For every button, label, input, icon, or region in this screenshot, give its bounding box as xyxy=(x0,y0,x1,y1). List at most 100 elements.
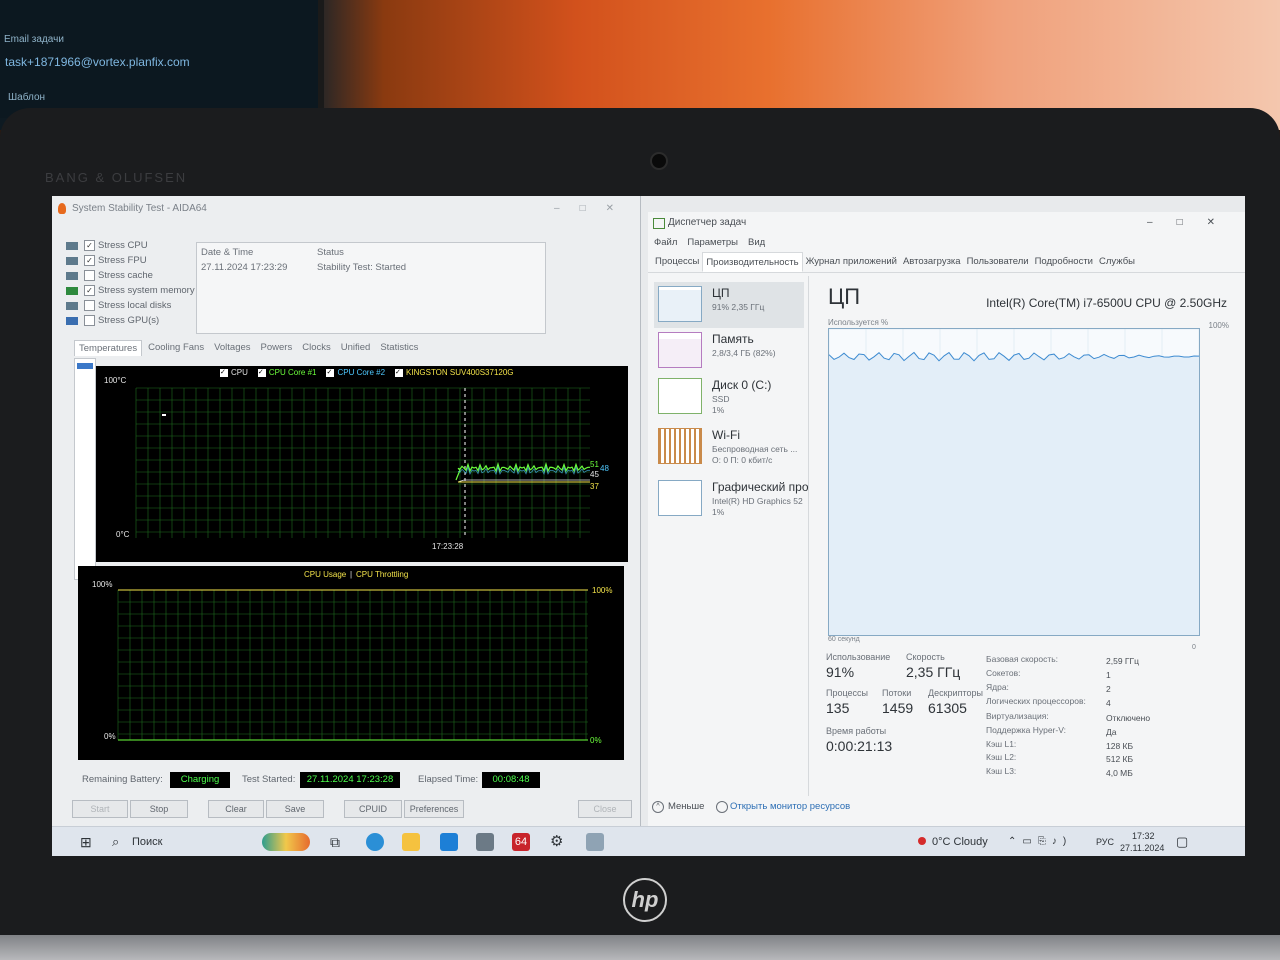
resource-name: ЦП xyxy=(712,286,730,300)
cpu-utilization-fill xyxy=(829,352,1199,635)
disk-icon xyxy=(66,301,78,310)
edge-icon[interactable] xyxy=(366,833,384,851)
spec-value: Отключено xyxy=(1106,713,1151,723)
tab-voltages[interactable]: Voltages xyxy=(210,340,254,356)
search-highlight-icon[interactable] xyxy=(262,833,310,851)
language-indicator[interactable]: РУС xyxy=(1096,827,1114,856)
search-box[interactable]: Поиск xyxy=(132,827,162,856)
tab-temperatures[interactable]: Temperatures xyxy=(74,340,143,356)
bg-monitor-label: Email задачи xyxy=(4,34,64,45)
tab-statistics[interactable]: Statistics xyxy=(376,340,422,356)
mail-icon[interactable] xyxy=(440,833,458,851)
tab-processes[interactable]: Процессы xyxy=(652,252,702,272)
fewer-details-link[interactable]: Меньше xyxy=(668,801,704,812)
weather-text[interactable]: 0°C Cloudy xyxy=(932,827,988,856)
spec-label: Ядра: xyxy=(986,682,1009,692)
menu-view[interactable]: Вид xyxy=(748,234,765,252)
checkbox-checked[interactable]: ✓ xyxy=(84,255,95,266)
speed-label: Скорость xyxy=(906,652,945,662)
menu-file[interactable]: Файл xyxy=(654,234,677,252)
resource-name: Графический про xyxy=(712,480,809,494)
resource-gpu[interactable]: Графический про Intel(R) HD Graphics 52 … xyxy=(654,476,809,522)
clock-date[interactable]: 27.11.2024 xyxy=(1120,833,1164,856)
stress-fpu-row[interactable]: ✓ Stress FPU xyxy=(66,253,196,268)
battery-value: Charging xyxy=(170,772,230,788)
resource-memory[interactable]: Память 2,8/3,4 ГБ (82%) xyxy=(654,328,804,374)
uptime-label: Время работы xyxy=(826,726,887,736)
test-info-bar: Remaining Battery: Charging Test Started… xyxy=(82,772,632,790)
checkbox-unchecked[interactable] xyxy=(84,270,95,281)
tm-tabs: Процессы Производительность Журнал прило… xyxy=(648,252,1245,273)
tm-window-controls[interactable]: –□✕ xyxy=(1147,212,1239,234)
spec-value: Да xyxy=(1106,727,1117,737)
utilization-label: Используется % xyxy=(828,318,889,327)
menu-options[interactable]: Параметры xyxy=(687,234,738,252)
graph-zero-label: 0 xyxy=(1192,644,1196,651)
checkbox-unchecked[interactable] xyxy=(84,300,95,311)
spec-label: Базовая скорость: xyxy=(986,654,1059,664)
elapsed-label: Elapsed Time: xyxy=(418,774,479,785)
stress-memory-row[interactable]: ✓ Stress system memory xyxy=(66,283,196,298)
checkbox-checked[interactable]: ✓ xyxy=(84,240,95,251)
settings-gear-icon[interactable]: ⚙ xyxy=(550,827,563,856)
col-header-date[interactable]: Date & Time xyxy=(201,247,317,258)
windows-taskbar: ⊞ ⌕ Поиск ⧉ 64 ⚙ 0°C Cloudy ⌃▭⎘♪) РУС 17… xyxy=(52,826,1245,856)
task-view-icon[interactable]: ⧉ xyxy=(330,827,340,856)
start-windows-icon[interactable]: ⊞ xyxy=(80,827,92,856)
tab-startup[interactable]: Автозагрузка xyxy=(900,252,964,272)
save-button[interactable]: Save xyxy=(266,800,324,818)
threads-label: Потоки xyxy=(882,688,912,698)
tab-unified[interactable]: Unified xyxy=(337,340,375,356)
collapse-icon[interactable]: ^ xyxy=(652,801,664,813)
usage-value: 91% xyxy=(826,664,855,680)
resource-detail: 2,8/3,4 ГБ (82%) xyxy=(712,348,776,358)
resource-cpu[interactable]: ЦП 91% 2,35 ГГц xyxy=(654,282,804,328)
clear-button[interactable]: Clear xyxy=(208,800,264,818)
sensor-tree[interactable] xyxy=(74,358,96,580)
store-icon[interactable] xyxy=(476,833,494,851)
notifications-icon[interactable]: ▢ xyxy=(1176,827,1188,856)
stop-button[interactable]: Stop xyxy=(130,800,188,818)
aida-window-controls[interactable]: –□✕ xyxy=(554,196,634,222)
task-manager-taskbar-icon[interactable] xyxy=(586,833,604,851)
tab-cooling-fans[interactable]: Cooling Fans xyxy=(144,340,208,356)
resource-monitor-link[interactable]: Открыть монитор ресурсов xyxy=(730,801,850,812)
tab-powers[interactable]: Powers xyxy=(257,340,297,356)
fpu-icon xyxy=(66,256,78,265)
tab-services[interactable]: Службы xyxy=(1096,252,1138,272)
resource-disk[interactable]: Диск 0 (C:) SSD 1% xyxy=(654,374,804,420)
preferences-button[interactable]: Preferences xyxy=(404,800,464,818)
col-header-status[interactable]: Status xyxy=(317,247,517,258)
checkbox-unchecked[interactable] xyxy=(84,315,95,326)
temperature-plot xyxy=(135,387,590,538)
stress-cache-row[interactable]: Stress cache xyxy=(66,268,196,283)
bg-monitor-label-2: Шаблон xyxy=(8,92,46,103)
file-explorer-icon[interactable] xyxy=(402,833,420,851)
spec-label: Кэш L2: xyxy=(986,752,1017,762)
resource-detail: О: 0 П: 0 кбит/с xyxy=(712,455,773,465)
spec-label: Сокетов: xyxy=(986,668,1021,678)
tab-details[interactable]: Подробности xyxy=(1032,252,1096,272)
sensor-tree-selection xyxy=(77,363,93,369)
stress-disks-row[interactable]: Stress local disks xyxy=(66,298,196,313)
aida-titlebar: System Stability Test - AIDA64 –□✕ xyxy=(52,196,640,222)
spec-value: 4,0 МБ xyxy=(1106,768,1133,778)
tab-app-history[interactable]: Журнал приложений xyxy=(803,252,900,272)
threads-value: 1459 xyxy=(882,700,914,716)
start-button[interactable]: Start xyxy=(72,800,128,818)
laptop-base xyxy=(0,935,1280,960)
aida64-taskbar-icon[interactable]: 64 xyxy=(512,833,530,851)
stress-cpu-row[interactable]: ✓ Stress CPU xyxy=(66,238,196,253)
resource-wifi[interactable]: Wi-Fi Беспроводная сеть ... О: 0 П: 0 кб… xyxy=(654,424,804,470)
cpuid-button[interactable]: CPUID xyxy=(344,800,402,818)
weather-alert-icon[interactable] xyxy=(918,837,926,845)
tab-users[interactable]: Пользователи xyxy=(964,252,1032,272)
tab-clocks[interactable]: Clocks xyxy=(298,340,335,356)
close-button[interactable]: Close xyxy=(578,800,632,818)
tab-performance[interactable]: Производительность xyxy=(702,252,803,272)
search-icon[interactable]: ⌕ xyxy=(112,827,119,856)
tray-icons[interactable]: ⌃▭⎘♪) xyxy=(1008,827,1072,856)
stress-gpu-row[interactable]: Stress GPU(s) xyxy=(66,313,196,328)
checkbox-checked[interactable]: ✓ xyxy=(84,285,95,296)
resource-name: Диск 0 (C:) xyxy=(712,378,772,392)
